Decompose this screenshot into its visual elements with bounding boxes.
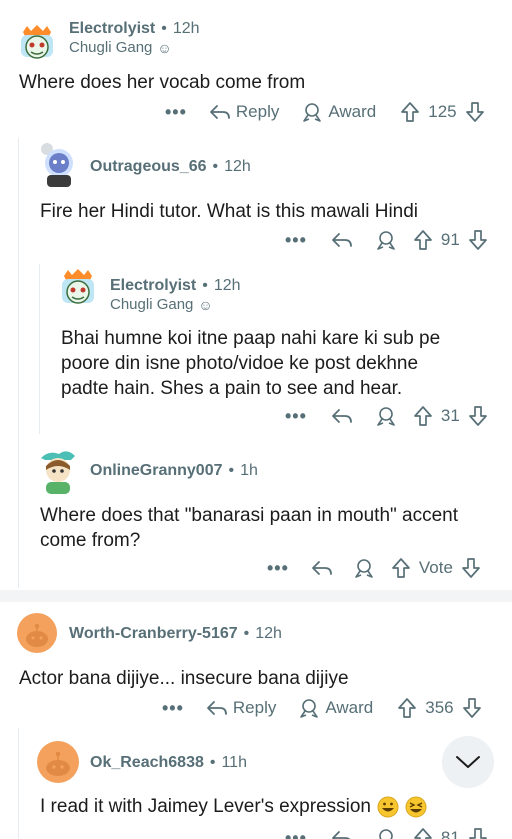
vote-count: 125 — [428, 102, 457, 121]
avatar[interactable] — [17, 22, 57, 62]
snoo-icon — [46, 751, 70, 776]
comment-username[interactable]: OnlineGranny007 — [90, 462, 223, 480]
separator-dot: • — [161, 20, 167, 37]
reply-icon — [210, 105, 230, 119]
user-flair: Chugli Gang — [110, 296, 194, 313]
thread-line[interactable] — [39, 264, 40, 434]
thread-line[interactable] — [18, 138, 19, 588]
downvote-icon[interactable] — [468, 229, 488, 251]
award-icon[interactable] — [375, 406, 397, 426]
comment-username[interactable]: Worth-Cranberry-5167 — [69, 625, 238, 643]
separator-dot: • — [228, 462, 235, 479]
avatar[interactable] — [17, 613, 57, 653]
comment-username[interactable]: Electrolyist — [69, 20, 155, 38]
collapse-thread-button[interactable] — [442, 736, 494, 788]
downvote-icon[interactable] — [468, 827, 488, 839]
grinning-emoji-icon — [377, 796, 399, 817]
comment-text: Where does that "banarasi paan in mouth"… — [40, 503, 458, 553]
reply-icon[interactable] — [331, 829, 353, 839]
user-flair: Chugli Gang — [69, 39, 153, 56]
award-icon[interactable] — [375, 828, 397, 839]
comment-time: 12h — [213, 277, 241, 294]
flair-emoji-icon: ☺ — [198, 296, 213, 313]
avatar[interactable] — [58, 266, 98, 308]
comment-text: Actor bana dijiye... insecure bana dijiy… — [19, 668, 349, 689]
comment-text-line: padte hain. Shes a pain to see and hear. — [61, 378, 403, 399]
upvote-icon[interactable] — [400, 101, 420, 123]
downvote-icon[interactable] — [468, 405, 488, 427]
comment-time: 11h — [221, 754, 247, 771]
comment-time: 12h — [255, 625, 282, 642]
separator-dot: • — [212, 158, 219, 175]
reply-icon[interactable] — [331, 231, 353, 249]
more-options-icon[interactable]: ••• — [162, 698, 184, 719]
reply-icon[interactable] — [311, 559, 333, 577]
comment-time: 12h — [172, 20, 200, 37]
separator-dot: • — [209, 754, 216, 771]
award-button[interactable]: Award — [301, 102, 376, 122]
comment-username[interactable]: Electrolyist — [110, 277, 196, 295]
reply-button[interactable]: Reply — [206, 698, 276, 718]
flair-emoji-icon: ☺ — [157, 39, 172, 56]
comment-time: 1h — [240, 462, 258, 479]
comment-text: I read it with Jaimey Lever's expression — [40, 796, 371, 817]
more-options-icon[interactable]: ••• — [285, 406, 307, 427]
downvote-icon[interactable] — [465, 101, 485, 123]
comment-text: Fire her Hindi tutor. What is this mawal… — [40, 201, 419, 222]
comment-time: 12h — [224, 158, 251, 175]
more-options-icon[interactable]: ••• — [165, 102, 187, 123]
more-options-icon[interactable]: ••• — [285, 230, 307, 251]
more-options-icon[interactable]: ••• — [285, 828, 307, 839]
comment-text-line: come from? — [40, 530, 141, 551]
comment-text-line: poore din isne photo/vidoe ke post dekhn… — [61, 353, 419, 374]
avatar[interactable] — [37, 741, 79, 783]
upvote-icon[interactable] — [391, 557, 411, 579]
vote-count: 31 — [440, 406, 460, 425]
downvote-icon[interactable] — [462, 697, 482, 719]
reply-icon[interactable] — [331, 407, 353, 425]
reply-button[interactable]: Reply — [209, 102, 279, 122]
upvote-icon[interactable] — [413, 229, 433, 251]
comment-text: Where does her vocab come from — [19, 72, 306, 93]
vote-count: 356 — [425, 698, 454, 717]
thread-line[interactable] — [18, 728, 19, 839]
award-icon — [303, 103, 322, 122]
award-label: Award — [325, 698, 374, 717]
upvote-icon[interactable] — [413, 405, 433, 427]
chevron-down-icon — [456, 756, 480, 768]
more-options-icon[interactable]: ••• — [267, 558, 289, 579]
reply-icon — [207, 701, 227, 715]
downvote-icon[interactable] — [461, 557, 481, 579]
award-button[interactable]: Award — [298, 698, 373, 718]
laughing-emoji-icon — [405, 796, 427, 817]
vote-label: Vote — [418, 558, 453, 577]
comment-divider — [0, 590, 512, 602]
award-label: Award — [328, 102, 377, 121]
vote-count: 81 — [440, 828, 460, 839]
upvote-icon[interactable] — [413, 827, 433, 839]
award-icon[interactable] — [375, 230, 397, 250]
comment-text-line: Where does that "banarasi paan in mouth"… — [40, 505, 459, 526]
comment-text-line: Bhai humne koi itne paap nahi kare ki su… — [61, 328, 441, 349]
vote-count: 91 — [440, 230, 460, 249]
avatar[interactable] — [37, 448, 79, 494]
separator-dot: • — [243, 625, 250, 642]
avatar[interactable] — [37, 141, 79, 189]
award-icon — [300, 699, 319, 718]
snoo-icon — [26, 623, 48, 647]
reply-label: Reply — [232, 698, 277, 717]
reply-label: Reply — [235, 102, 280, 121]
comment-username[interactable]: Ok_Reach6838 — [90, 754, 204, 772]
separator-dot: • — [202, 277, 208, 294]
award-icon[interactable] — [353, 558, 375, 578]
upvote-icon[interactable] — [397, 697, 417, 719]
comment-username[interactable]: Outrageous_66 — [90, 158, 206, 176]
comment-text: Bhai humne koi itne paap nahi kare ki su… — [61, 326, 440, 401]
